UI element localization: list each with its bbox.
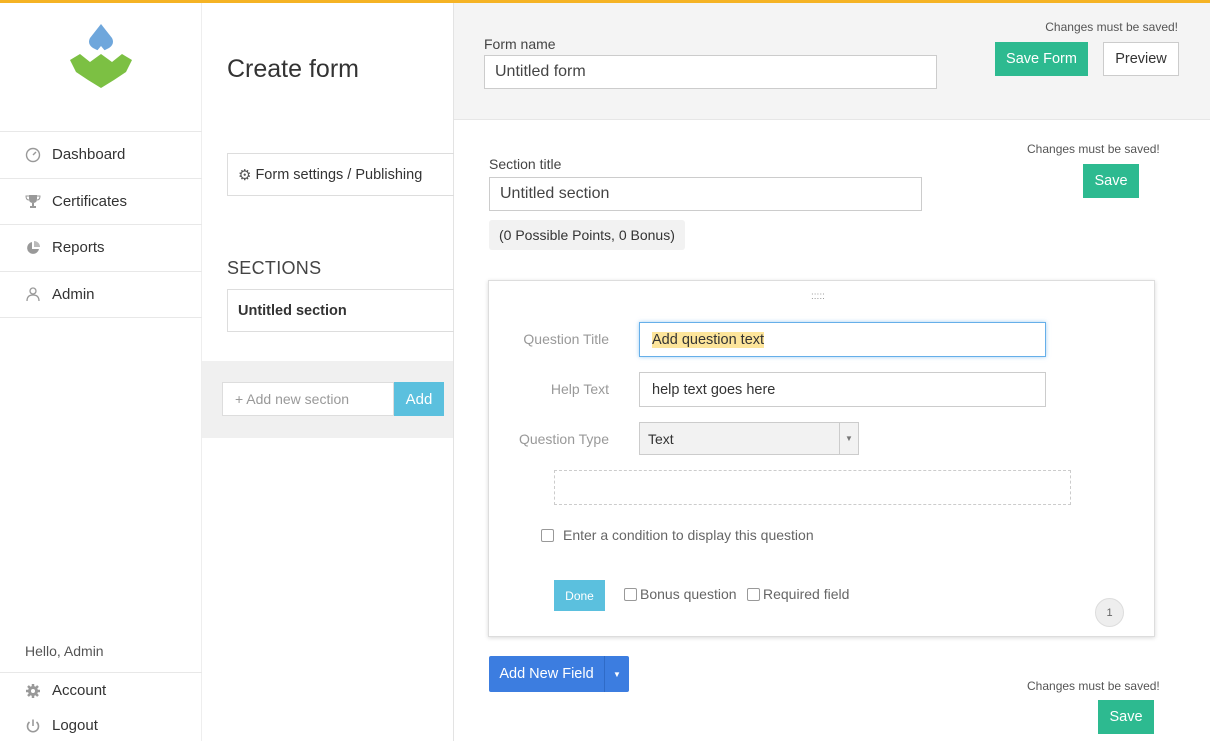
new-section-input[interactable] — [222, 382, 394, 416]
form-outline-column: Create form ⚙ Form settings / Publishing… — [202, 3, 454, 741]
power-icon — [24, 717, 42, 735]
section-list-item[interactable]: Untitled section — [227, 289, 454, 332]
caret-down-icon[interactable]: ▼ — [604, 656, 629, 692]
question-type-select[interactable]: Text ▼ — [639, 422, 859, 455]
nav-label: Account — [52, 682, 107, 699]
nav-item-certificates[interactable]: Certificates — [0, 179, 202, 225]
form-name-input[interactable]: Untitled form — [484, 55, 937, 89]
nav-label: Admin — [52, 285, 95, 303]
bonus-question-checkbox[interactable] — [624, 587, 637, 601]
help-text-input[interactable]: help text goes here — [639, 372, 1046, 407]
gear-icon: ⚙ — [238, 166, 252, 184]
nav-label: Dashboard — [52, 146, 126, 164]
nav-item-dashboard[interactable]: Dashboard — [0, 132, 202, 179]
form-settings-link[interactable]: ⚙ Form settings / Publishing — [227, 153, 454, 196]
top-accent-bar — [0, 0, 1210, 3]
add-new-field-label[interactable]: Add New Field — [489, 656, 604, 692]
question-type-value: Text — [648, 430, 674, 447]
question-number-badge: 1 — [1095, 598, 1124, 627]
sections-header: SECTIONS — [227, 258, 322, 278]
save-section-button-bottom[interactable]: Save — [1098, 700, 1154, 734]
unsaved-changes-note: Changes must be saved! — [1027, 679, 1160, 693]
dashboard-icon — [24, 146, 42, 164]
add-section-button[interactable]: Add — [394, 382, 444, 416]
required-field-option[interactable]: Required field — [747, 586, 849, 602]
question-card: ::::: Question Title Add question text H… — [488, 280, 1155, 637]
save-section-button[interactable]: Save — [1083, 164, 1139, 198]
nav-item-logout[interactable]: Logout — [0, 708, 202, 743]
pie-chart-icon — [24, 239, 42, 257]
question-type-label: Question Type — [518, 431, 609, 447]
question-title-input[interactable]: Add question text — [639, 322, 1046, 357]
page-title: Create form — [227, 55, 359, 83]
nav-item-account[interactable]: Account — [0, 673, 202, 708]
unsaved-changes-note: Changes must be saved! — [1027, 142, 1160, 156]
add-new-field-button[interactable]: Add New Field ▼ — [489, 656, 629, 692]
save-form-button[interactable]: Save Form — [995, 42, 1088, 76]
unsaved-changes-note: Changes must be saved! — [1045, 20, 1178, 34]
gear-icon — [24, 682, 42, 700]
field-options-dropzone — [554, 470, 1071, 505]
help-text-label: Help Text — [550, 381, 609, 397]
account-nav: Account Logout — [0, 672, 202, 743]
bonus-question-option[interactable]: Bonus question — [624, 586, 737, 602]
section-title-input[interactable]: Untitled section — [489, 177, 922, 211]
form-name-label: Form name — [484, 36, 556, 52]
done-button[interactable]: Done — [554, 580, 605, 611]
nav-label: Reports — [52, 239, 105, 257]
trophy-icon — [24, 192, 42, 210]
chevron-down-icon: ▼ — [839, 423, 858, 454]
question-title-label: Question Title — [523, 331, 609, 347]
required-field-label: Required field — [763, 586, 850, 602]
condition-label: Enter a condition to display this questi… — [563, 527, 814, 543]
nav-item-reports[interactable]: Reports — [0, 225, 202, 272]
form-header: Form name Untitled form Changes must be … — [454, 3, 1210, 120]
question-title-value: Add question text — [652, 331, 765, 348]
preview-button[interactable]: Preview — [1103, 42, 1179, 76]
app-logo — [70, 24, 132, 88]
nav-label: Logout — [52, 717, 98, 734]
users-icon — [24, 285, 42, 303]
nav-label: Certificates — [52, 192, 128, 210]
main-nav: Dashboard Certificates Reports Admin — [0, 131, 202, 318]
nav-item-admin[interactable]: Admin — [0, 272, 202, 318]
required-field-checkbox[interactable] — [747, 587, 760, 601]
section-title-label: Section title — [489, 156, 562, 172]
form-settings-label: Form settings / Publishing — [255, 166, 423, 183]
add-section-panel: Add — [202, 361, 453, 438]
left-sidebar: Dashboard Certificates Reports Admin Hel… — [0, 0, 202, 741]
condition-checkbox[interactable] — [541, 528, 554, 542]
drag-handle-icon[interactable]: ::::: — [811, 292, 825, 302]
bonus-question-label: Bonus question — [640, 586, 737, 602]
greeting-text: Hello, Admin — [25, 643, 104, 659]
condition-option[interactable]: Enter a condition to display this questi… — [541, 527, 814, 543]
points-summary: (0 Possible Points, 0 Bonus) — [489, 220, 685, 250]
